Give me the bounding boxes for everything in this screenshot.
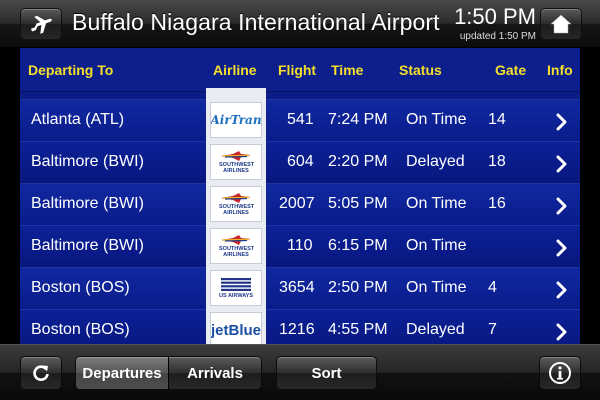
chevron-right-icon[interactable]	[556, 239, 568, 257]
gate: 18	[488, 153, 506, 170]
airplane-button[interactable]	[20, 8, 62, 40]
gate: 4	[488, 279, 497, 296]
airline-logo-southwest: SOUTHWEST AIRLINES	[210, 228, 262, 264]
flight-number: 2007	[279, 195, 315, 212]
home-icon	[550, 14, 572, 34]
current-time: 1:50 PM	[454, 4, 536, 29]
info-icon	[549, 362, 571, 384]
status: On Time	[406, 195, 467, 212]
southwest-heart-icon	[221, 151, 251, 161]
status: On Time	[406, 111, 467, 128]
departure-time: 2:20 PM	[328, 153, 388, 170]
chevron-right-icon[interactable]	[556, 155, 568, 173]
usairways-flag-icon	[221, 278, 251, 291]
flight-row[interactable]: Baltimore (BWI) 604 2:20 PM Delayed 18	[20, 141, 580, 183]
chevron-right-icon[interactable]	[556, 113, 568, 131]
departure-time: 4:55 PM	[328, 321, 388, 338]
col-departing-to[interactable]: Departing To	[28, 62, 113, 78]
southwest-heart-icon	[221, 235, 251, 245]
status: Delayed	[406, 153, 465, 170]
airline-logo-southwest: SOUTHWEST AIRLINES	[210, 186, 262, 222]
flight-number: 1216	[279, 321, 315, 338]
southwest-logo-text: SOUTHWEST AIRLINES	[219, 162, 255, 174]
updated-time: updated 1:50 PM	[459, 31, 536, 42]
gate: 14	[488, 111, 506, 128]
airtran-logo-text: AirTran	[210, 113, 262, 127]
southwest-logo-text: SOUTHWEST AIRLINES	[219, 246, 255, 258]
flight-number: 541	[287, 111, 314, 128]
tab-departures[interactable]: Departures	[75, 356, 169, 390]
jetblue-logo-text: jetBlue	[211, 321, 262, 339]
chevron-right-icon[interactable]	[556, 323, 568, 341]
flight-row[interactable]: Boston (BOS) 3654 2:50 PM On Time 4	[20, 267, 580, 309]
page-title: Buffalo Niagara International Airport	[72, 9, 440, 35]
destination: Baltimore (BWI)	[31, 237, 144, 254]
status: On Time	[406, 237, 467, 254]
airline-logo-southwest: SOUTHWEST AIRLINES	[210, 144, 262, 180]
flight-number: 3654	[279, 279, 315, 296]
departure-time: 6:15 PM	[328, 237, 388, 254]
chevron-right-icon[interactable]	[556, 197, 568, 215]
destination: Boston (BOS)	[31, 279, 130, 296]
departure-time: 5:05 PM	[328, 195, 388, 212]
airplane-icon	[31, 15, 52, 34]
bottom-toolbar: Departures Arrivals Sort	[0, 344, 600, 400]
destination: Baltimore (BWI)	[31, 195, 144, 212]
flight-row[interactable]: Baltimore (BWI) 110 6:15 PM On Time	[20, 225, 580, 267]
departure-time: 2:50 PM	[328, 279, 388, 296]
southwest-heart-icon	[221, 193, 251, 203]
flight-row[interactable]: Baltimore (BWI) 2007 5:05 PM On Time 16	[20, 183, 580, 225]
usairways-logo-text: US AIRWAYS	[218, 293, 254, 299]
column-header-row: Departing To Airline Flight Time Status …	[20, 48, 580, 92]
col-time[interactable]: Time	[331, 62, 363, 78]
tab-arrivals[interactable]: Arrivals	[168, 356, 262, 390]
flight-number: 110	[287, 237, 313, 254]
destination: Atlanta (ATL)	[31, 111, 125, 128]
home-button[interactable]	[540, 8, 582, 40]
flight-row[interactable]: Atlanta (ATL) 541 7:24 PM On Time 14	[20, 99, 580, 141]
gate: 7	[488, 321, 497, 338]
top-bar: Buffalo Niagara International Airport 1:…	[0, 0, 600, 48]
flight-row[interactable]: Boston (BOS) 1216 4:55 PM Delayed 7	[20, 309, 580, 344]
col-flight[interactable]: Flight	[278, 62, 316, 78]
airline-logo-airtran: AirTran	[210, 102, 262, 138]
info-button[interactable]	[539, 356, 581, 390]
status: On Time	[406, 279, 467, 296]
refresh-button[interactable]	[20, 356, 62, 390]
departure-time: 7:24 PM	[328, 111, 388, 128]
col-info[interactable]: Info	[547, 62, 573, 78]
col-airline[interactable]: Airline	[213, 62, 257, 78]
airline-logo-usairways: US AIRWAYS	[210, 270, 262, 306]
col-gate[interactable]: Gate	[495, 62, 526, 78]
chevron-right-icon[interactable]	[556, 281, 568, 299]
refresh-icon	[33, 365, 49, 381]
southwest-logo-text: SOUTHWEST AIRLINES	[219, 204, 255, 216]
departures-board: Departing To Airline Flight Time Status …	[20, 48, 580, 344]
airline-logo-jetblue: jetBlue	[210, 312, 262, 344]
destination: Boston (BOS)	[31, 321, 130, 338]
destination: Baltimore (BWI)	[31, 153, 144, 170]
flight-number: 604	[287, 153, 314, 170]
status: Delayed	[406, 321, 465, 338]
col-status[interactable]: Status	[399, 62, 442, 78]
gate: 16	[488, 195, 506, 212]
sort-button[interactable]: Sort	[276, 356, 377, 390]
